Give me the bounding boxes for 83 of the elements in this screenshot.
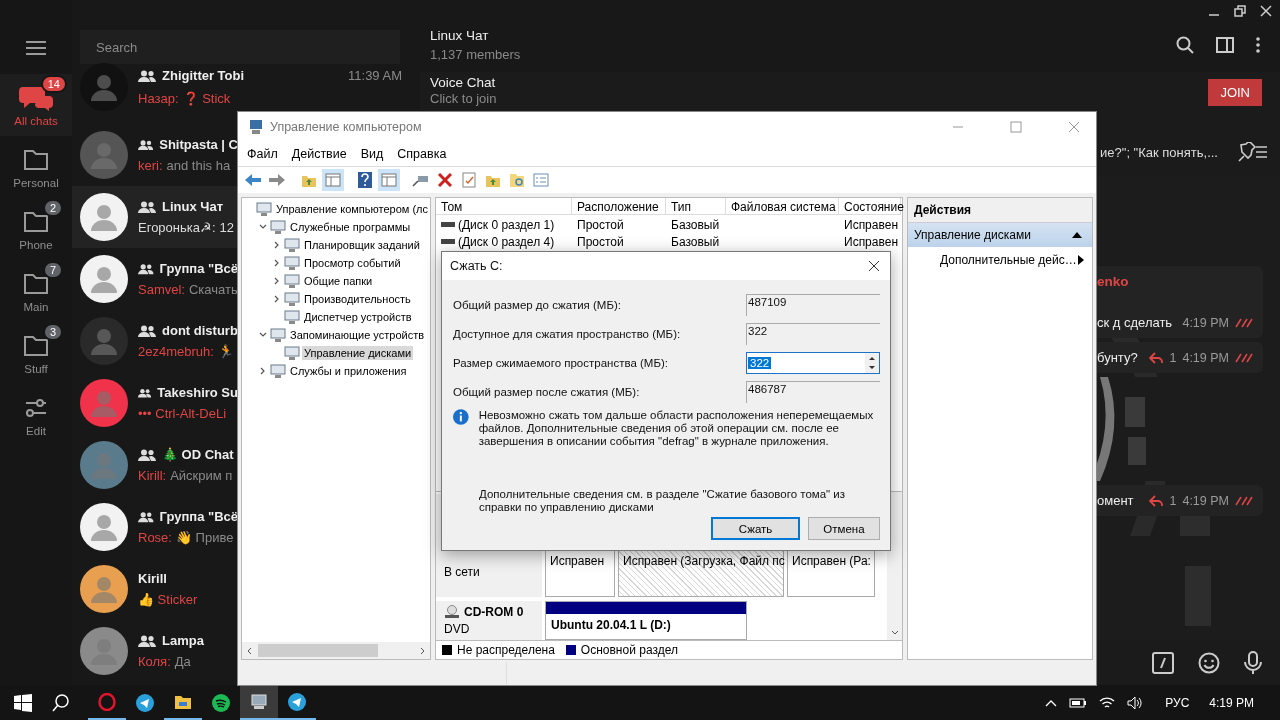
chat-name: Shitpasta | C [159,137,238,152]
chat-name: Lampa [162,633,205,648]
preview-text: 👋 Приве [175,530,234,545]
table-cell-text: Базовый [670,216,721,232]
chat-name: 🎄 OD Chat [162,447,235,462]
table-cell-text: Исправен [843,233,899,249]
folder-label: Main [23,300,49,313]
folder-label: Personal [13,176,59,189]
table-cell-text: Простой [576,216,625,232]
reply-count: 1 [1169,493,1177,508]
chat-name: Linux Чат [162,199,224,214]
voice-chat-title: Voice Chat [430,75,497,90]
unread-badge: 14 [40,74,67,93]
chat-name: Группа "Всё [159,509,238,524]
preview-sender: Samvel: [138,282,185,297]
preview-text: ••• Ctrl-Alt-DeLi [138,406,227,421]
preview-sender: keri: [138,158,163,173]
partition-label: Исправен [549,552,605,570]
folder-label: Stuff [24,362,48,375]
dialog-title: Сжать C: [450,259,503,273]
chat-name: Группа "Всё [159,261,238,276]
readonly-field: 487109 [746,293,880,316]
message-time: 4:19 PM [1182,493,1229,508]
message-time: 4:19 PM [1182,350,1229,365]
preview-text: ❓ Stick [182,91,231,106]
selected-value: 322 [748,356,772,369]
message-text: бунту? [1097,350,1138,365]
chat-name: Kirill [138,571,168,586]
chat-name: Zhigitter Tobi [162,68,246,83]
voice-chat-hint: Click to join [430,92,498,105]
folder-label: Phone [19,238,53,251]
window-title: Управление компьютером [270,120,423,134]
preview-text: 12 [219,220,235,235]
readonly-field: 486787 [746,380,880,403]
chat-name: Takeshiro Su [157,385,238,400]
table-cell-text: Исправен [843,216,899,232]
unread-badge: 3 [42,322,63,341]
readonly-field: 322 [746,322,880,345]
reply-count: 1 [1169,350,1177,365]
preview-sender: Kirill: [138,468,167,483]
partition-label: Ubuntu 20.04.1 L (D:) [550,616,672,634]
preview-sender: Егоронька☭: [138,220,216,235]
section-title: Управление дисками [914,228,1031,242]
table-cell: (Диск 0 раздел 1) [436,215,572,232]
message-text: омент [1097,493,1134,508]
preview-sender: Rose: [138,530,172,545]
actions-title: Действия [908,198,1092,223]
chat-time: 11:39 AM [348,68,402,83]
unread-badge: 7 [42,260,63,279]
preview-text: Айскрим п [170,468,233,483]
preview-sender: 2ez4mebruh: [138,344,214,359]
disk-name: CD-ROM 0 [444,604,542,619]
preview-text: Скачать [188,282,238,297]
message-text: ск д сделать [1097,315,1173,330]
preview-text: and this ha [166,158,231,173]
unread-badge: 2 [42,198,63,217]
preview-text: 👍 Sticker [138,592,198,607]
folder-label: All chats [14,114,58,127]
disk-status: В сети [444,564,481,579]
field-label: Доступное для сжатия пространство (МБ): [453,327,681,340]
table-cell-text: Простой [576,233,625,249]
table-cell-text: Базовый [670,233,721,249]
field-label: Общий размер после сжатия (МБ): [453,385,640,398]
preview-text: Да [174,654,191,669]
preview-text: 🏃 [217,344,234,359]
partition-label: Исправен (Ра: [791,552,872,570]
member-count: 1,137 members [430,47,522,62]
info-message: Невозможно сжать том дальше области расположения неперемещаемых файлов. Дополнительные сведения об этой операции см. после ее завершения в описании события "defrag" в журнале приложения. [478,409,875,448]
table-cell: (Диск 0 раздел 4) [436,232,572,249]
legend-label: Не распределена [457,643,555,657]
message-time: 4:19 PM [1182,315,1229,330]
field-label: Общий размер до сжатия (МБ): [453,298,621,311]
preview-sender: Назар: [138,91,179,106]
help-note: Дополнительные сведения см. в разделе "Сжатие базового тома" из справки по управлению дисками [479,488,847,514]
field-label: Размер сжимаемого пространства (МБ): [453,356,668,369]
partition-label: Исправен (Загрузка, Файл пс [622,552,783,570]
chat-title: Linux Чат [430,28,490,43]
chat-name: dont disturb [162,323,238,338]
preview-sender: Коля: [138,654,171,669]
disk-type: DVD [444,621,471,636]
legend-label: Основной раздел [580,643,678,657]
folder-label: Edit [26,424,46,437]
message-sender: enko [1097,274,1130,289]
